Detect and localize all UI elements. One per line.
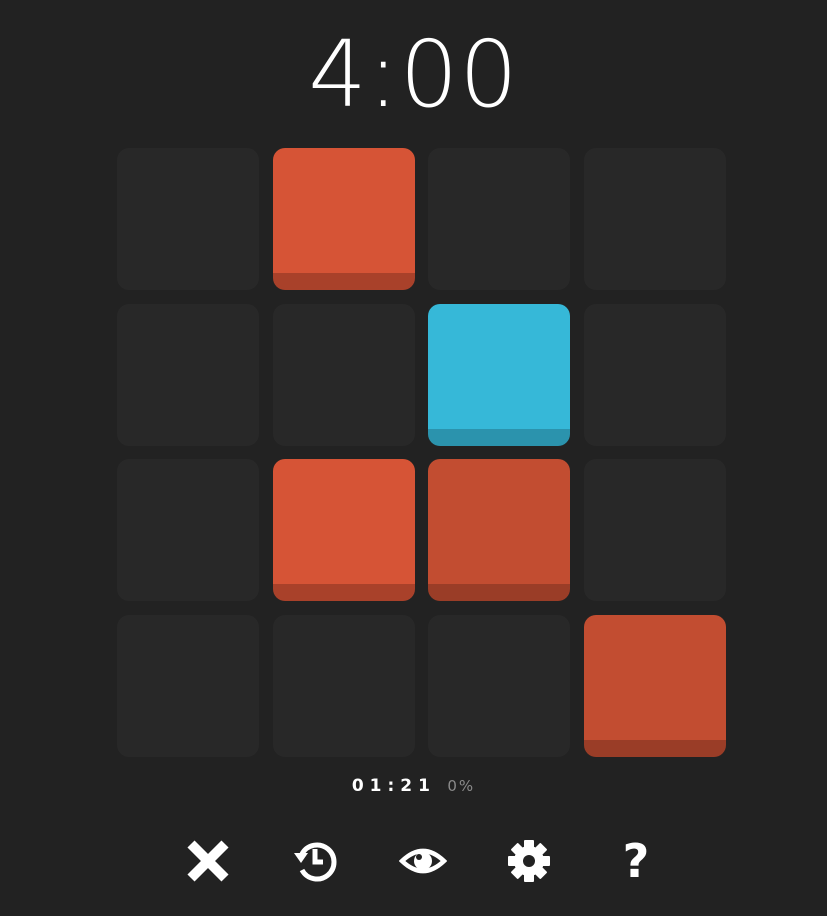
empty-tile[interactable] bbox=[117, 615, 259, 757]
blue-tile[interactable] bbox=[428, 304, 570, 446]
reveal-button[interactable] bbox=[396, 834, 450, 888]
countdown-timer: 4:00 bbox=[308, 21, 519, 128]
red-tile[interactable] bbox=[273, 459, 415, 601]
help-button[interactable]: ? bbox=[609, 834, 663, 888]
empty-tile[interactable] bbox=[117, 304, 259, 446]
empty-tile[interactable] bbox=[273, 304, 415, 446]
help-icon: ? bbox=[622, 834, 650, 888]
dark-red-tile[interactable] bbox=[428, 459, 570, 601]
gear-icon bbox=[508, 840, 550, 882]
status-bar: 01:21 0% bbox=[0, 774, 827, 798]
close-icon bbox=[187, 840, 229, 882]
eye-icon bbox=[399, 848, 447, 874]
empty-tile[interactable] bbox=[273, 615, 415, 757]
history-button[interactable] bbox=[288, 834, 342, 888]
settings-button[interactable] bbox=[502, 834, 556, 888]
empty-tile[interactable] bbox=[428, 615, 570, 757]
empty-tile[interactable] bbox=[584, 304, 726, 446]
empty-tile[interactable] bbox=[117, 459, 259, 601]
empty-tile[interactable] bbox=[584, 459, 726, 601]
empty-tile[interactable] bbox=[117, 148, 259, 290]
history-icon bbox=[294, 842, 337, 882]
red-tile[interactable] bbox=[273, 148, 415, 290]
elapsed-time: 01:21 bbox=[351, 776, 436, 796]
dark-red-tile[interactable] bbox=[584, 615, 726, 757]
empty-tile[interactable] bbox=[428, 148, 570, 290]
toolbar: ? bbox=[0, 834, 827, 888]
game-board bbox=[117, 148, 726, 757]
progress-percent: 0% bbox=[447, 777, 476, 795]
empty-tile[interactable] bbox=[584, 148, 726, 290]
close-button[interactable] bbox=[181, 834, 235, 888]
